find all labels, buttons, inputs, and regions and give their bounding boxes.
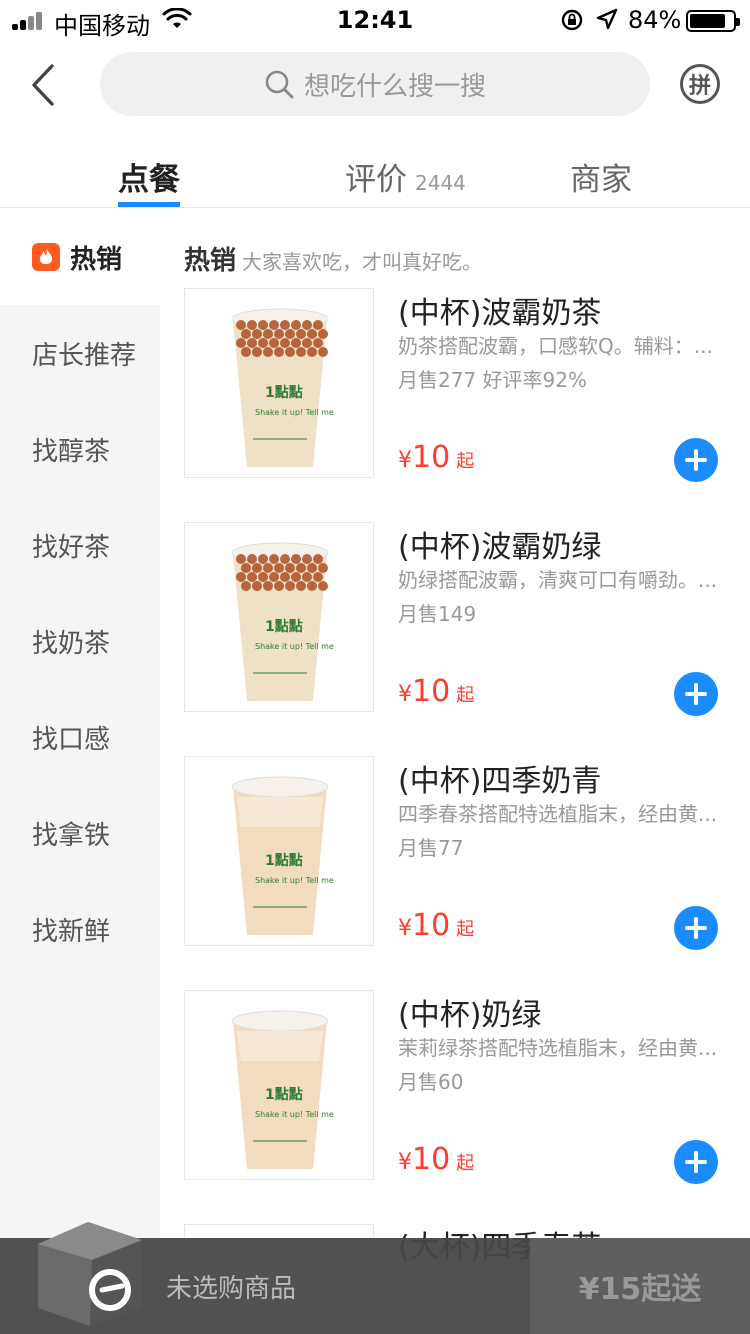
product-sales: 月售60 (398, 1070, 464, 1094)
fire-icon (32, 243, 60, 271)
price-suffix: 起 (456, 685, 475, 706)
add-to-cart-button[interactable] (674, 906, 718, 950)
product-card[interactable]: 1點點 Shake it up! Tell me (中杯)奶绿 茉莉绿茶搭配特选植… (184, 990, 750, 1184)
sidebar-item-label: 找口感 (32, 724, 111, 755)
product-sales: 月售149 (398, 602, 477, 626)
tab-reviews-count: 2444 (415, 171, 466, 195)
tab-reviews[interactable]: 评价 2444 (345, 154, 466, 199)
add-to-cart-button[interactable] (674, 672, 718, 716)
tab-active-indicator (118, 202, 180, 207)
sidebar-item-label: 找奶茶 (32, 628, 111, 659)
sidebar-item-texture[interactable]: 找口感 (0, 689, 160, 785)
sidebar-item-label: 找拿铁 (32, 820, 111, 851)
price-suffix: 起 (456, 451, 475, 472)
sidebar-item-mellow-tea[interactable]: 找醇茶 (0, 401, 160, 497)
search-icon (265, 70, 294, 99)
sidebar-item-label: 找醇茶 (32, 436, 111, 467)
product-description: 四季春茶搭配特选植脂末，经由黄... (398, 802, 718, 826)
cup-illustration: 1點點 Shake it up! Tell me (231, 1010, 334, 1169)
tab-merchant-label: 商家 (570, 162, 632, 198)
price-value: 10 (412, 908, 451, 943)
cart-icon[interactable] (30, 1214, 148, 1328)
status-bar: 中国移动 12:41 84% (0, 0, 750, 40)
svg-text:Shake it up! Tell me: Shake it up! Tell me (255, 408, 334, 417)
tab-order[interactable]: 点餐 (118, 154, 180, 199)
product-card[interactable]: 1點點 Shake it up! Tell me (中杯)波霸奶绿 奶绿搭配波霸，… (184, 522, 750, 716)
product-price: ¥10 起 (398, 440, 474, 475)
price-currency: ¥ (398, 682, 412, 707)
checkout-label: ¥15起送 (578, 1272, 702, 1307)
price-currency: ¥ (398, 1150, 412, 1175)
price-currency: ¥ (398, 448, 412, 473)
product-description: 奶绿搭配波霸，清爽可口有嚼劲。... (398, 568, 718, 592)
checkout-button[interactable]: ¥15起送 (530, 1238, 750, 1334)
sidebar-item-manager-picks[interactable]: 店长推荐 (0, 305, 160, 401)
price-suffix: 起 (456, 919, 475, 940)
search-input[interactable]: 想吃什么搜一搜 (100, 52, 650, 116)
product-description: 奶茶搭配波霸，口感软Q。辅料：... (398, 334, 713, 358)
svg-text:1點點: 1點點 (265, 852, 303, 869)
back-button[interactable] (26, 62, 66, 108)
sidebar-item-label: 热销 (70, 244, 123, 275)
product-name: (中杯)奶绿 (398, 998, 542, 1033)
sidebar-item-hot[interactable]: 热销 (0, 209, 160, 305)
search-placeholder: 想吃什么搜一搜 (303, 71, 486, 102)
price-value: 10 (412, 674, 451, 709)
price-value: 10 (412, 440, 451, 475)
sidebar-item-label: 找新鲜 (32, 916, 111, 947)
rotation-lock-icon (561, 9, 583, 31)
product-sales: 月售277 好评率92% (398, 368, 587, 392)
svg-text:1點點: 1點點 (265, 384, 303, 401)
add-to-cart-button[interactable] (674, 1140, 718, 1184)
battery-icon (686, 10, 740, 32)
category-sidebar: 热销 店长推荐 找醇茶 找好茶 找奶茶 找口感 找拿铁 找新鲜 (0, 209, 160, 1334)
battery-percent: 84% (628, 6, 682, 34)
tab-merchant[interactable]: 商家 (570, 154, 632, 199)
svg-text:Shake it up! Tell me: Shake it up! Tell me (255, 876, 334, 885)
section-title: 热销 (184, 246, 237, 276)
svg-text:1點點: 1點點 (265, 618, 303, 635)
product-image: 1點點 Shake it up! Tell me (184, 756, 374, 946)
sidebar-item-latte[interactable]: 找拿铁 (0, 785, 160, 881)
location-arrow-icon (596, 8, 618, 30)
sidebar-item-good-tea[interactable]: 找好茶 (0, 497, 160, 593)
cup-illustration: 1點點 Shake it up! Tell me (231, 776, 334, 935)
cart-empty-text: 未选购商品 (166, 1274, 297, 1304)
sidebar-item-label: 店长推荐 (32, 340, 137, 371)
tab-bar: 点餐 评价 2444 商家 (0, 140, 750, 208)
product-description: 茉莉绿茶搭配特选植脂末，经由黄... (398, 1036, 718, 1060)
price-suffix: 起 (456, 1153, 475, 1174)
section-header: 热销 大家喜欢吃，才叫真好吃。 (184, 240, 482, 277)
product-card[interactable]: 1點點 Shake it up! Tell me (中杯)波霸奶茶 奶茶搭配波霸，… (184, 288, 750, 482)
product-sales: 月售77 (398, 836, 464, 860)
svg-text:1點點: 1點點 (265, 1086, 303, 1103)
add-to-cart-button[interactable] (674, 438, 718, 482)
product-name: (中杯)波霸奶茶 (398, 296, 602, 331)
product-price: ¥10 起 (398, 908, 474, 943)
product-name: (中杯)四季奶青 (398, 764, 602, 799)
product-image: 1點點 Shake it up! Tell me (184, 522, 374, 712)
product-price: ¥10 起 (398, 1142, 474, 1177)
svg-text:Shake it up! Tell me: Shake it up! Tell me (255, 1110, 334, 1119)
sidebar-item-fresh[interactable]: 找新鲜 (0, 881, 160, 977)
group-order-label: 拼 (688, 74, 711, 99)
svg-text:Shake it up! Tell me: Shake it up! Tell me (255, 642, 334, 651)
product-price: ¥10 起 (398, 674, 474, 709)
sidebar-item-milk-tea[interactable]: 找奶茶 (0, 593, 160, 689)
tab-order-label: 点餐 (118, 162, 180, 198)
cup-illustration: 1點點 Shake it up! Tell me (231, 308, 334, 467)
product-name: (中杯)波霸奶绿 (398, 530, 602, 565)
sidebar-item-label: 找好茶 (32, 532, 111, 563)
price-currency: ¥ (398, 916, 412, 941)
cup-illustration: 1點點 Shake it up! Tell me (231, 542, 334, 701)
price-value: 10 (412, 1142, 451, 1177)
tab-reviews-label: 评价 (345, 162, 407, 198)
group-order-button[interactable]: 拼 (680, 64, 720, 104)
product-image: 1點點 Shake it up! Tell me (184, 288, 374, 478)
product-image: 1點點 Shake it up! Tell me (184, 990, 374, 1180)
section-description: 大家喜欢吃，才叫真好吃。 (242, 250, 483, 274)
product-card[interactable]: 1點點 Shake it up! Tell me (中杯)四季奶青 四季春茶搭配特… (184, 756, 750, 950)
